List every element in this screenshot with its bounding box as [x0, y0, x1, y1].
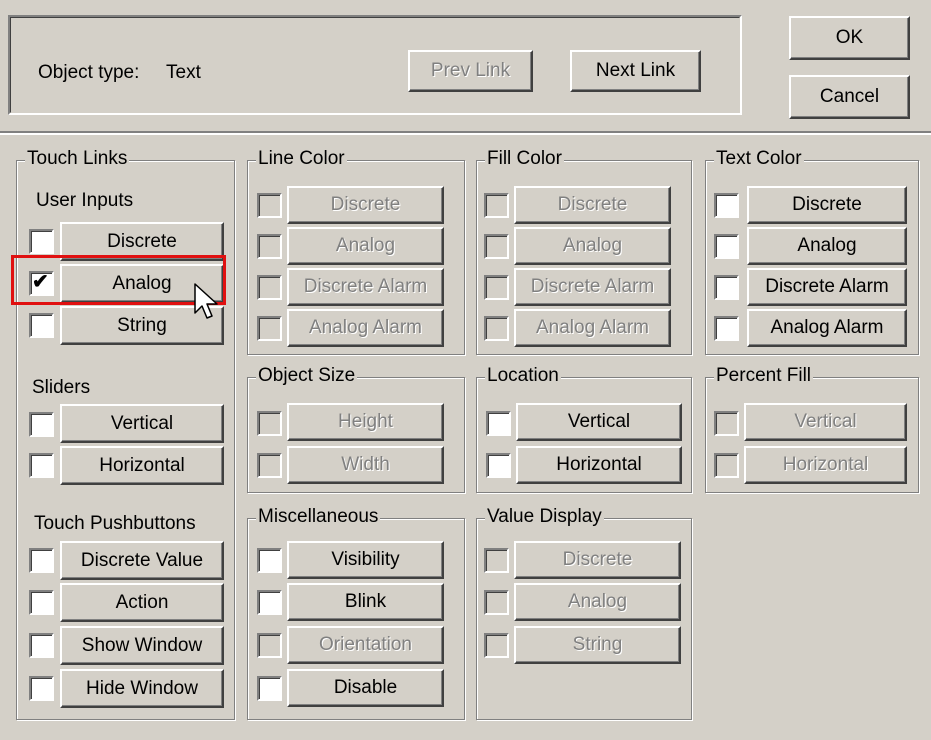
discrete-button[interactable]: Discrete [60, 222, 224, 261]
disable-checkbox[interactable] [257, 676, 282, 701]
ok-button[interactable]: OK [789, 16, 910, 60]
orientation-button[interactable]: Orientation [287, 626, 444, 664]
line-analog-alarm-button[interactable]: Analog Alarm [287, 309, 444, 347]
line-discrete-alarm-checkbox[interactable] [257, 275, 282, 300]
visibility-checkbox[interactable] [257, 548, 282, 573]
fill-discrete-checkbox[interactable] [484, 193, 509, 218]
slider-vertical-button[interactable]: Vertical [60, 404, 224, 443]
blink-checkbox[interactable] [257, 590, 282, 615]
visibility-button[interactable]: Visibility [287, 541, 444, 579]
text-analog-checkbox[interactable] [714, 234, 739, 259]
text-discrete-checkbox[interactable] [714, 193, 739, 218]
show-window-button[interactable]: Show Window [60, 626, 224, 665]
object-type-label: Object type: [38, 62, 140, 83]
miscellaneous-title: Miscellaneous [256, 506, 381, 528]
object-size-title: Object Size [256, 365, 358, 387]
analog-checkbox[interactable]: ✔ [29, 271, 54, 296]
orientation-checkbox[interactable] [257, 633, 282, 658]
line-analog-alarm-checkbox[interactable] [257, 316, 282, 341]
value-analog-checkbox[interactable] [484, 590, 509, 615]
location-title: Location [485, 365, 561, 387]
show-window-checkbox[interactable] [29, 633, 54, 658]
value-discrete-button[interactable]: Discrete [514, 541, 681, 579]
fill-analog-alarm-button[interactable]: Analog Alarm [514, 309, 671, 347]
line-discrete-button[interactable]: Discrete [287, 186, 444, 224]
discrete-checkbox[interactable] [29, 229, 54, 254]
hide-window-button[interactable]: Hide Window [60, 669, 224, 708]
touch-links-title: Touch Links [25, 148, 130, 170]
line-color-title: Line Color [256, 148, 347, 170]
location-horizontal-checkbox[interactable] [486, 453, 511, 478]
next-link-button[interactable]: Next Link [570, 50, 701, 92]
string-checkbox[interactable] [29, 313, 54, 338]
text-discrete-alarm-checkbox[interactable] [714, 275, 739, 300]
hide-window-checkbox[interactable] [29, 676, 54, 701]
percent-horizontal-button[interactable]: Horizontal [744, 446, 907, 484]
value-string-button[interactable]: String [514, 626, 681, 664]
percent-vertical-checkbox[interactable] [714, 411, 739, 436]
fill-discrete-alarm-checkbox[interactable] [484, 275, 509, 300]
slider-horizontal-checkbox[interactable] [29, 453, 54, 478]
discrete-value-checkbox[interactable] [29, 548, 54, 573]
line-discrete-alarm-button[interactable]: Discrete Alarm [287, 268, 444, 306]
size-height-checkbox[interactable] [257, 411, 282, 436]
action-checkbox[interactable] [29, 590, 54, 615]
size-width-button[interactable]: Width [287, 446, 444, 484]
line-analog-checkbox[interactable] [257, 234, 282, 259]
location-horizontal-button[interactable]: Horizontal [516, 446, 682, 484]
percent-vertical-button[interactable]: Vertical [744, 403, 907, 441]
user-inputs-label: User Inputs [36, 190, 134, 211]
value-string-checkbox[interactable] [484, 633, 509, 658]
discrete-value-button[interactable]: Discrete Value [60, 541, 224, 580]
location-vertical-checkbox[interactable] [486, 411, 511, 436]
text-analog-alarm-checkbox[interactable] [714, 316, 739, 341]
slider-horizontal-button[interactable]: Horizontal [60, 446, 224, 485]
action-button[interactable]: Action [60, 583, 224, 622]
value-discrete-checkbox[interactable] [484, 548, 509, 573]
object-type-value: Text [166, 62, 201, 83]
size-height-button[interactable]: Height [287, 403, 444, 441]
text-analog-button[interactable]: Analog [747, 227, 907, 265]
fill-analog-alarm-checkbox[interactable] [484, 316, 509, 341]
slider-vertical-checkbox[interactable] [29, 412, 54, 437]
line-analog-button[interactable]: Analog [287, 227, 444, 265]
fill-discrete-button[interactable]: Discrete [514, 186, 671, 224]
fill-analog-checkbox[interactable] [484, 234, 509, 259]
text-discrete-button[interactable]: Discrete [747, 186, 907, 224]
text-discrete-alarm-button[interactable]: Discrete Alarm [747, 268, 907, 306]
percent-horizontal-checkbox[interactable] [714, 453, 739, 478]
size-width-checkbox[interactable] [257, 453, 282, 478]
fill-color-title: Fill Color [485, 148, 564, 170]
location-vertical-button[interactable]: Vertical [516, 403, 682, 441]
value-analog-button[interactable]: Analog [514, 583, 681, 621]
line-discrete-checkbox[interactable] [257, 193, 282, 218]
mouse-pointer-icon [194, 283, 218, 319]
check-mark-icon: ✔ [32, 271, 49, 293]
cancel-button[interactable]: Cancel [789, 75, 910, 119]
separator [0, 131, 931, 135]
fill-discrete-alarm-button[interactable]: Discrete Alarm [514, 268, 671, 306]
percent-fill-title: Percent Fill [714, 365, 814, 387]
blink-button[interactable]: Blink [287, 583, 444, 621]
fill-analog-button[interactable]: Analog [514, 227, 671, 265]
prev-link-button[interactable]: Prev Link [408, 50, 533, 92]
text-color-title: Text Color [714, 148, 804, 170]
touch-pushbuttons-label: Touch Pushbuttons [34, 513, 196, 534]
value-display-title: Value Display [485, 506, 604, 528]
text-analog-alarm-button[interactable]: Analog Alarm [747, 309, 907, 347]
disable-button[interactable]: Disable [287, 669, 444, 707]
sliders-label: Sliders [32, 377, 91, 398]
